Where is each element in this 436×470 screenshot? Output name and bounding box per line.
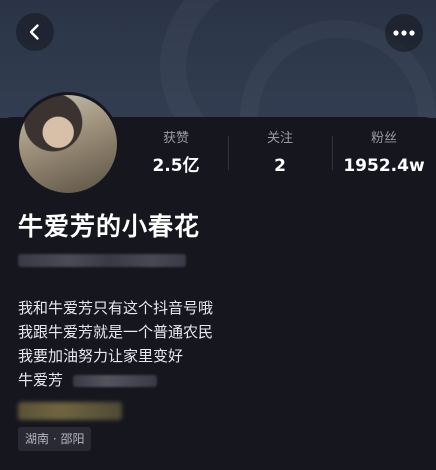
redacted-badge (18, 402, 122, 420)
stat-label: 粉丝 (370, 131, 397, 146)
stat-label: 关注 (266, 131, 293, 146)
stat-value: 2 (274, 156, 286, 176)
more-horizontal-icon (393, 30, 415, 36)
location-tag[interactable]: 湖南 · 邵阳 (18, 427, 92, 451)
profile-stats: 获赞 2.5亿 关注 2 粉丝 1952.4w (124, 130, 436, 180)
stat-likes[interactable]: 获赞 2.5亿 (124, 130, 228, 180)
chevron-left-icon (29, 24, 39, 40)
back-button[interactable] (16, 13, 54, 51)
redacted-text (73, 374, 158, 387)
profile-name: 牛爱芳的小春花 (18, 212, 201, 241)
bio-line: 我跟牛爱芳就是一个普通农民 (18, 323, 214, 341)
redacted-account-id (18, 254, 186, 267)
avatar[interactable] (16, 92, 120, 196)
stat-label: 获赞 (162, 131, 189, 146)
stat-value: 1952.4w (343, 156, 425, 176)
more-button[interactable] (385, 14, 423, 52)
stat-value: 2.5亿 (152, 156, 200, 176)
stat-followers[interactable]: 粉丝 1952.4w (332, 130, 436, 180)
bio-line: 我要加油努力让家里变好 (18, 347, 184, 365)
profile-bio: 我和牛爱芳只有这个抖音号哦 我跟牛爱芳就是一个普通农民 我要加油努力让家里变好 … (18, 296, 418, 392)
bio-line-with-redaction: 牛爱芳 (18, 368, 418, 392)
stat-following[interactable]: 关注 2 (228, 130, 332, 180)
bio-line: 我和牛爱芳只有这个抖音号哦 (18, 299, 214, 317)
bio-line: 牛爱芳 (18, 371, 64, 389)
